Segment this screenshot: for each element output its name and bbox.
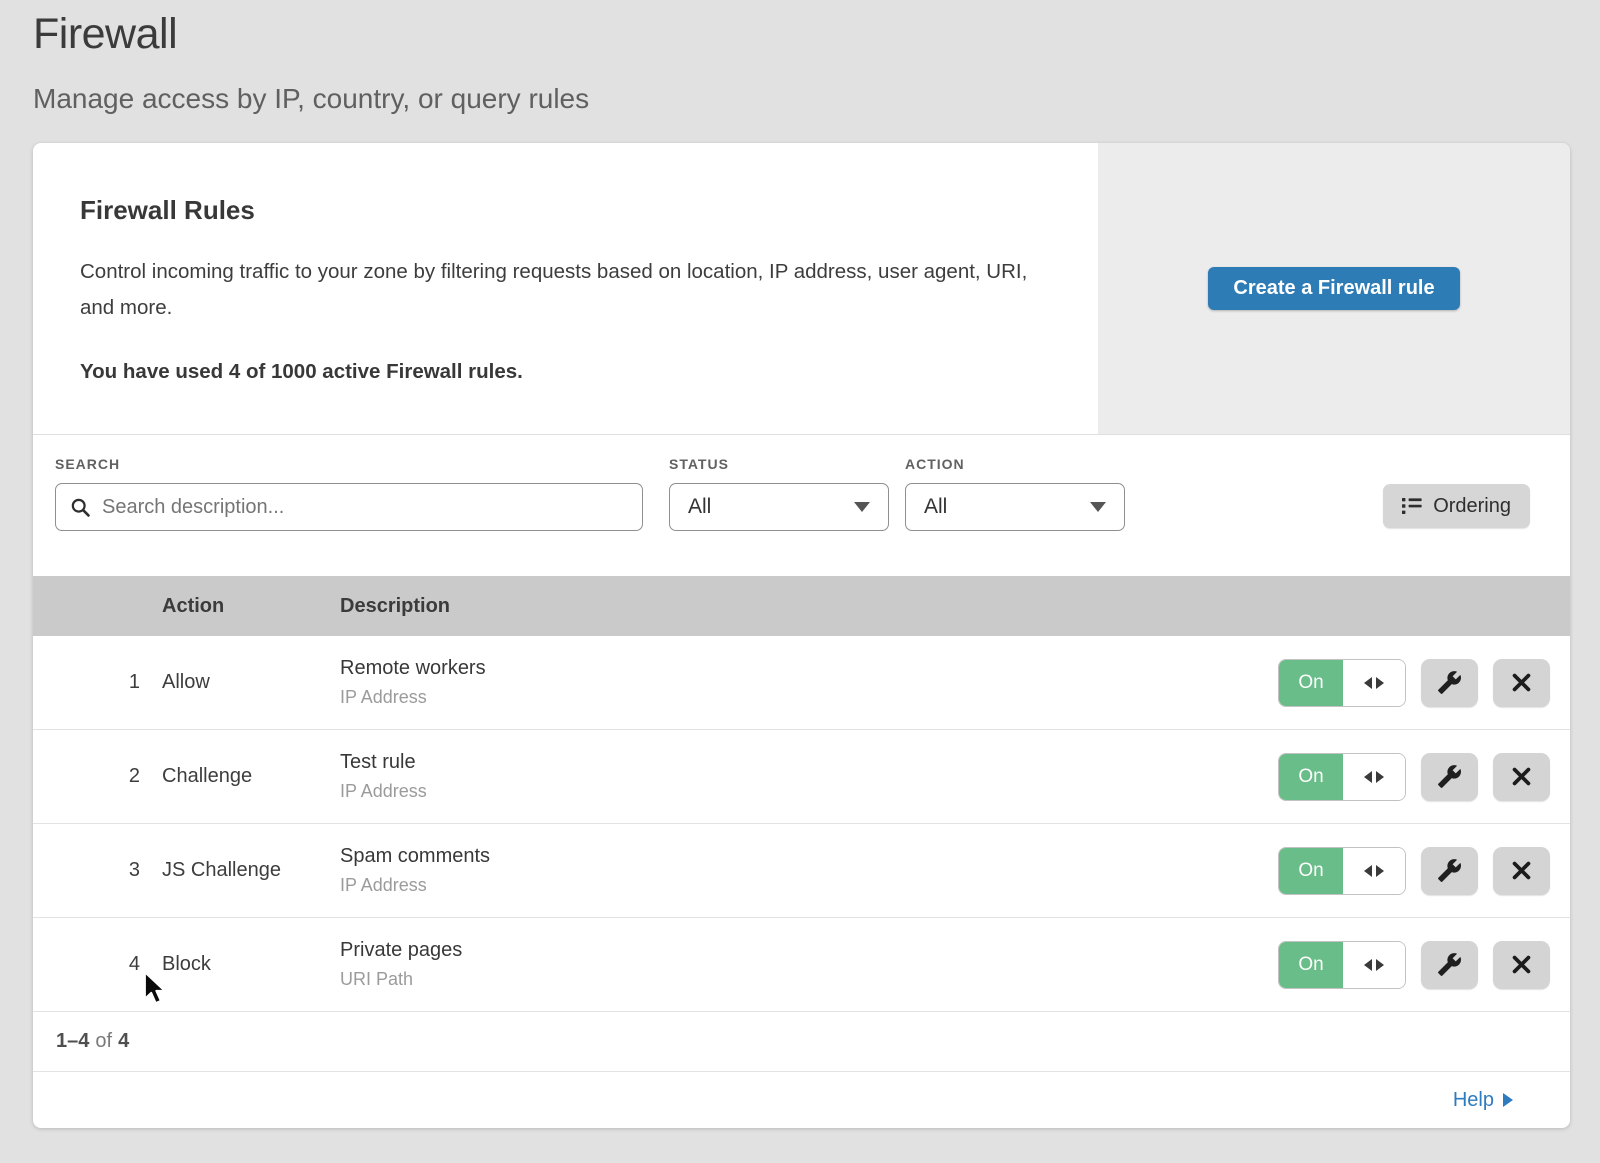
card-footer: Help [33, 1072, 1570, 1128]
table-row: 1 Allow Remote workers IP Address On [33, 636, 1570, 730]
create-firewall-rule-button[interactable]: Create a Firewall rule [1208, 267, 1459, 310]
delete-rule-button[interactable] [1493, 847, 1550, 895]
rule-description-cell: Private pages URI Path [340, 939, 1278, 990]
status-select[interactable]: All [669, 483, 889, 531]
rule-description-cell: Remote workers IP Address [340, 657, 1278, 708]
action-column-header: Action [162, 595, 340, 618]
toggle-on-segment[interactable]: On [1279, 942, 1343, 988]
rule-controls: On [1278, 941, 1550, 989]
card-heading: Firewall Rules [80, 195, 1058, 226]
wrench-icon [1437, 952, 1462, 977]
rule-description-cell: Spam comments IP Address [340, 845, 1278, 896]
rule-description: Test rule [340, 751, 1278, 774]
edit-rule-button[interactable] [1421, 941, 1478, 989]
rule-controls: On [1278, 659, 1550, 707]
toggle-arrows-icon[interactable] [1343, 942, 1405, 988]
action-filter-group: ACTION All [905, 456, 1125, 576]
ordering-button-label: Ordering [1433, 495, 1511, 518]
rule-priority: 3 [57, 859, 162, 882]
search-box [55, 483, 643, 531]
rule-action: Challenge [162, 765, 340, 788]
pagination-total: 4 [118, 1030, 129, 1053]
create-rule-panel: Create a Firewall rule [1098, 143, 1570, 434]
status-filter-group: STATUS All [669, 456, 889, 576]
table-row: 3 JS Challenge Spam comments IP Address … [33, 824, 1570, 918]
action-label: ACTION [905, 456, 1125, 472]
toggle-arrows-icon[interactable] [1343, 660, 1405, 706]
page-header: Firewall Manage access by IP, country, o… [0, 0, 1600, 115]
description-column-header: Description [340, 595, 1546, 618]
action-select[interactable]: All [905, 483, 1125, 531]
edit-rule-button[interactable] [1421, 659, 1478, 707]
rule-description: Private pages [340, 939, 1278, 962]
table-row: 4 Block Private pages URI Path On [33, 918, 1570, 1012]
help-link-label: Help [1453, 1089, 1494, 1112]
ordering-icon [1402, 497, 1422, 515]
rule-controls: On [1278, 847, 1550, 895]
status-label: STATUS [669, 456, 889, 472]
page-title: Firewall [33, 10, 1600, 59]
rule-match-type: IP Address [340, 781, 1278, 802]
toggle-arrows-icon[interactable] [1343, 848, 1405, 894]
rule-action: JS Challenge [162, 859, 340, 882]
rule-action: Block [162, 953, 340, 976]
wrench-icon [1437, 764, 1462, 789]
rule-match-type: IP Address [340, 687, 1278, 708]
delete-rule-button[interactable] [1493, 753, 1550, 801]
rule-enable-toggle: On [1278, 659, 1406, 707]
pagination-bar: 1–4 of 4 [33, 1012, 1570, 1072]
edit-rule-button[interactable] [1421, 753, 1478, 801]
wrench-icon [1437, 670, 1462, 695]
edit-rule-button[interactable] [1421, 847, 1478, 895]
rule-enable-toggle: On [1278, 941, 1406, 989]
help-link[interactable]: Help [1453, 1089, 1513, 1112]
rule-action: Allow [162, 671, 340, 694]
close-icon [1511, 766, 1532, 787]
rule-priority: 1 [57, 671, 162, 694]
rule-match-type: URI Path [340, 969, 1278, 990]
chevron-down-icon [1090, 502, 1106, 512]
card-description: Control incoming traffic to your zone by… [80, 254, 1040, 326]
rule-controls: On [1278, 753, 1550, 801]
help-arrow-icon [1503, 1093, 1513, 1107]
status-select-value: All [688, 495, 711, 519]
usage-summary: You have used 4 of 1000 active Firewall … [80, 360, 1058, 384]
toggle-on-segment[interactable]: On [1279, 754, 1343, 800]
hero-text-block: Firewall Rules Control incoming traffic … [33, 143, 1098, 434]
pagination-of-label: of [95, 1030, 112, 1053]
rule-enable-toggle: On [1278, 753, 1406, 801]
toggle-arrows-icon[interactable] [1343, 754, 1405, 800]
close-icon [1511, 860, 1532, 881]
pagination-range: 1–4 [56, 1030, 89, 1053]
filters-bar: SEARCH STATUS All ACTION All [33, 435, 1570, 576]
firewall-rules-card: Firewall Rules Control incoming traffic … [33, 143, 1570, 1128]
rule-enable-toggle: On [1278, 847, 1406, 895]
wrench-icon [1437, 858, 1462, 883]
ordering-button[interactable]: Ordering [1383, 484, 1530, 528]
action-select-value: All [924, 495, 947, 519]
rule-description: Spam comments [340, 845, 1278, 868]
rule-priority: 2 [57, 765, 162, 788]
toggle-on-segment[interactable]: On [1279, 660, 1343, 706]
rule-match-type: IP Address [340, 875, 1278, 896]
chevron-down-icon [854, 502, 870, 512]
table-row: 2 Challenge Test rule IP Address On [33, 730, 1570, 824]
rule-priority: 4 [57, 953, 162, 976]
search-icon [70, 497, 91, 518]
hero-section: Firewall Rules Control incoming traffic … [33, 143, 1570, 435]
close-icon [1511, 954, 1532, 975]
search-label: SEARCH [55, 456, 643, 472]
rule-description: Remote workers [340, 657, 1278, 680]
close-icon [1511, 672, 1532, 693]
search-input[interactable] [102, 496, 628, 519]
table-header-row: Action Description [33, 576, 1570, 636]
search-filter-group: SEARCH [55, 456, 643, 576]
rule-description-cell: Test rule IP Address [340, 751, 1278, 802]
delete-rule-button[interactable] [1493, 941, 1550, 989]
toggle-on-segment[interactable]: On [1279, 848, 1343, 894]
page-subtitle: Manage access by IP, country, or query r… [33, 83, 1600, 115]
delete-rule-button[interactable] [1493, 659, 1550, 707]
